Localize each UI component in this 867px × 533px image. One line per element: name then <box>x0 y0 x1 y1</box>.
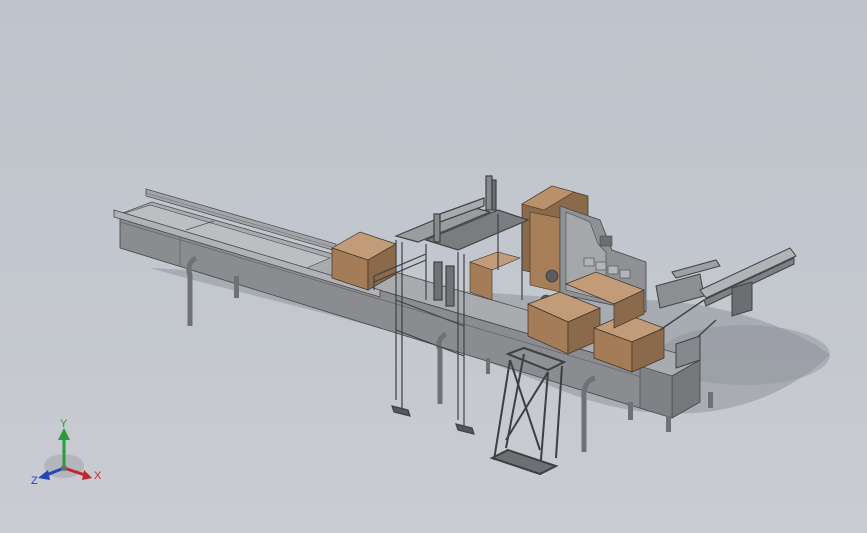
triad-origin <box>61 465 67 471</box>
view-orientation-triad[interactable]: Y X Z <box>30 418 110 490</box>
graphics-viewport[interactable]: Y X Z <box>0 0 867 533</box>
carton-5[interactable] <box>469 251 521 301</box>
y-axis-label: Y <box>60 418 68 430</box>
z-axis-label: Z <box>31 475 38 487</box>
conveyor-assembly-model[interactable] <box>0 0 867 533</box>
x-axis-label: X <box>94 470 102 482</box>
